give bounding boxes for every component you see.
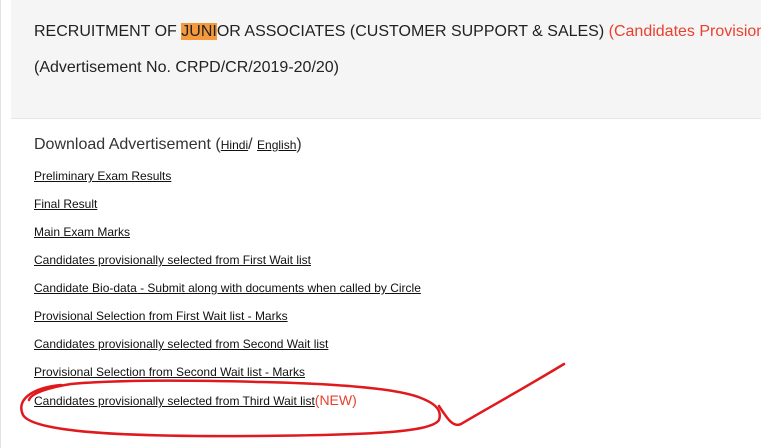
english-link[interactable]: English [257, 138, 296, 152]
page: RECRUITMENT OF JUNIOR ASSOCIATES (CUSTOM… [0, 0, 761, 448]
new-badge: (NEW) [314, 392, 357, 408]
advertisement-number: (Advertisement No. CRPD/CR/2019-20/20) [34, 59, 340, 76]
download-label: Download Advertisement ( [34, 136, 221, 153]
preliminary-exam-results-link[interactable]: Preliminary Exam Results [34, 169, 171, 183]
hindi-link[interactable]: Hindi [221, 138, 248, 152]
list-item: Main Exam Marks [34, 218, 754, 246]
content-section: Download Advertisement (Hindi/ English) … [34, 134, 754, 414]
list-item: Candidates provisionally selected from F… [34, 246, 754, 274]
main-exam-marks-link[interactable]: Main Exam Marks [34, 225, 130, 239]
list-item: Preliminary Exam Results [34, 162, 754, 190]
list-item: Provisional Selection from Second Wait l… [34, 358, 754, 386]
bio-data-link[interactable]: Candidate Bio-data - Submit along with d… [34, 281, 421, 295]
search-highlight: JUNI [181, 23, 217, 40]
list-item: Candidates provisionally selected from T… [34, 386, 754, 414]
download-close: ) [296, 136, 302, 153]
second-wait-list-marks-link[interactable]: Provisional Selection from Second Wait l… [34, 365, 305, 379]
download-separator: / [248, 136, 258, 153]
download-advertisement: Download Advertisement (Hindi/ English) [34, 134, 754, 156]
third-wait-list-link[interactable]: Candidates provisionally selected from T… [34, 394, 315, 408]
list-item: Candidate Bio-data - Submit along with d… [34, 274, 754, 302]
final-result-link[interactable]: Final Result [34, 197, 97, 211]
list-item: Final Result [34, 190, 754, 218]
page-title: RECRUITMENT OF JUNIOR ASSOCIATES (CUSTOM… [34, 21, 761, 43]
list-item: Provisional Selection from First Wait li… [34, 302, 754, 330]
title-prefix: RECRUITMENT OF [34, 23, 182, 40]
second-wait-list-link[interactable]: Candidates provisionally selected from S… [34, 337, 328, 351]
results-link-list: Preliminary Exam Results Final Result Ma… [34, 162, 754, 414]
list-item: Candidates provisionally selected from S… [34, 330, 754, 358]
first-wait-list-link[interactable]: Candidates provisionally selected from F… [34, 253, 311, 267]
title-status: (Candidates Provision [608, 23, 761, 40]
title-suffix: OR ASSOCIATES (CUSTOMER SUPPORT & SALES) [216, 23, 605, 40]
first-wait-list-marks-link[interactable]: Provisional Selection from First Wait li… [34, 309, 288, 323]
